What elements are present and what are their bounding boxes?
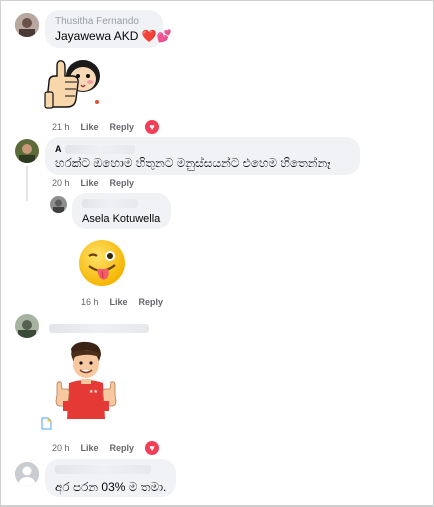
reply-text[interactable]: Asela Kotuwella xyxy=(82,211,161,227)
profile-photo-icon xyxy=(15,314,39,338)
like-button[interactable]: Like xyxy=(81,178,99,188)
profile-photo-icon xyxy=(50,196,67,213)
replier-name[interactable] xyxy=(82,199,161,211)
reply-actions: 16 h Like Reply xyxy=(81,297,174,307)
avatar[interactable] xyxy=(15,462,39,486)
comment-time[interactable]: 21 h xyxy=(52,122,70,132)
cartoon-girl-thumbs-up-icon xyxy=(44,60,100,109)
comment-text: හරක්ට ඔහොම හිතුනට මනුස්සයන්ට එහෙම හිතෙන්… xyxy=(55,156,331,170)
comment-bubble: Thusitha Fernando Jayawewa AKD ❤️💕 xyxy=(45,10,172,48)
comment-actions: 20 h Like Reply ♥ xyxy=(52,441,160,455)
commenter-name-redacted[interactable] xyxy=(49,320,149,338)
redacted-name xyxy=(55,465,151,474)
like-button[interactable]: Like xyxy=(110,297,128,307)
reply-thread-line xyxy=(26,166,28,201)
redacted-name xyxy=(64,144,135,154)
reply-time[interactable]: 16 h xyxy=(81,297,99,307)
comment-bubble: A හරක්ට ඔහොම හිතුනට මනුස්සයන්ට එහෙම හිතෙ… xyxy=(45,137,360,175)
love-reaction-icon[interactable]: ♥ xyxy=(145,441,160,455)
commenter-name[interactable] xyxy=(55,465,166,477)
sticker-cartoon-man: ★★ xyxy=(53,339,119,421)
default-user-icon xyxy=(15,462,39,486)
comment-bubble: අර පරන 03% ම තමා. xyxy=(45,459,176,497)
like-button[interactable]: Like xyxy=(81,443,99,453)
profile-photo-icon xyxy=(15,13,39,37)
comment-time[interactable]: 20 h xyxy=(52,443,70,453)
avatar[interactable] xyxy=(15,314,39,338)
commenter-name[interactable]: A xyxy=(55,143,350,155)
reply-button[interactable]: Reply xyxy=(110,178,135,188)
comments-panel: Thusitha Fernando Jayawewa AKD ❤️💕 21 h … xyxy=(0,0,434,507)
avatar[interactable] xyxy=(50,196,67,213)
reply-button[interactable]: Reply xyxy=(139,297,164,307)
redacted-name xyxy=(49,324,149,333)
sticker-winking-emoji xyxy=(77,238,127,288)
heart-icon: ♥ xyxy=(149,442,155,453)
winking-tongue-emoji-icon xyxy=(79,240,125,286)
comment-time[interactable]: 20 h xyxy=(52,178,70,188)
profile-photo-icon xyxy=(15,139,39,163)
avatar[interactable] xyxy=(15,13,39,37)
avatar[interactable] xyxy=(15,139,39,163)
comment-text: Jayawewa AKD ❤️💕 xyxy=(55,29,172,43)
redacted-name xyxy=(82,199,138,208)
comment-actions: 20 h Like Reply xyxy=(52,178,145,188)
commenter-name-text: A xyxy=(55,144,62,154)
love-reaction-icon[interactable]: ♥ xyxy=(145,120,160,134)
file-icon xyxy=(41,417,52,430)
document-icon xyxy=(41,417,52,430)
cartoon-man-thumbs-up-icon: ★★ xyxy=(55,341,117,419)
like-button[interactable]: Like xyxy=(81,122,99,132)
heart-icon: ♥ xyxy=(149,121,155,132)
svg-text:★★: ★★ xyxy=(89,389,98,395)
reply-bubble: Asela Kotuwella xyxy=(72,193,171,229)
comment-actions: 21 h Like Reply ♥ xyxy=(52,120,160,134)
comment-text: අර පරන 03% ම තමා. xyxy=(55,480,167,494)
reply-button[interactable]: Reply xyxy=(110,443,135,453)
sticker-thumbs-up xyxy=(43,52,103,112)
commenter-name[interactable]: Thusitha Fernando xyxy=(55,16,153,28)
reply-button[interactable]: Reply xyxy=(110,122,135,132)
